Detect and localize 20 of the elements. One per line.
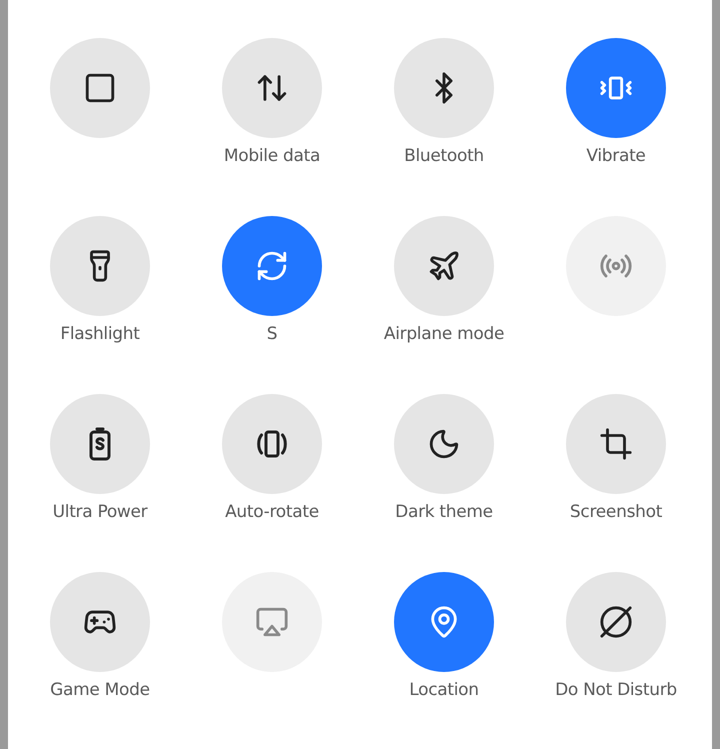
toggle-label: S bbox=[266, 324, 278, 344]
toggle-label: Dark theme bbox=[395, 502, 493, 522]
toggle-label: Game Mode bbox=[50, 680, 150, 700]
toggle-label: Do Not Disturb bbox=[555, 680, 677, 700]
toggle-label: Bluetooth bbox=[404, 146, 484, 166]
airplane-icon bbox=[427, 249, 461, 283]
cast-icon bbox=[255, 605, 289, 639]
toggle-label: Screenshot bbox=[570, 502, 662, 522]
crop-icon bbox=[599, 427, 633, 461]
toggle-label: Location bbox=[409, 680, 479, 700]
square-icon bbox=[83, 71, 117, 105]
toggle-label: Ultra Power bbox=[52, 502, 148, 522]
toggle-label: Airplane mode bbox=[384, 324, 504, 344]
toggle-label: Auto-rotate bbox=[225, 502, 319, 522]
sync-icon bbox=[255, 249, 289, 283]
toggle-label: Mobile data bbox=[224, 146, 320, 166]
slashed-circle-icon bbox=[599, 605, 633, 639]
toggle-label: Flashlight bbox=[60, 324, 140, 344]
moon-icon bbox=[427, 427, 461, 461]
toggle-label: Vibrate bbox=[586, 146, 646, 166]
